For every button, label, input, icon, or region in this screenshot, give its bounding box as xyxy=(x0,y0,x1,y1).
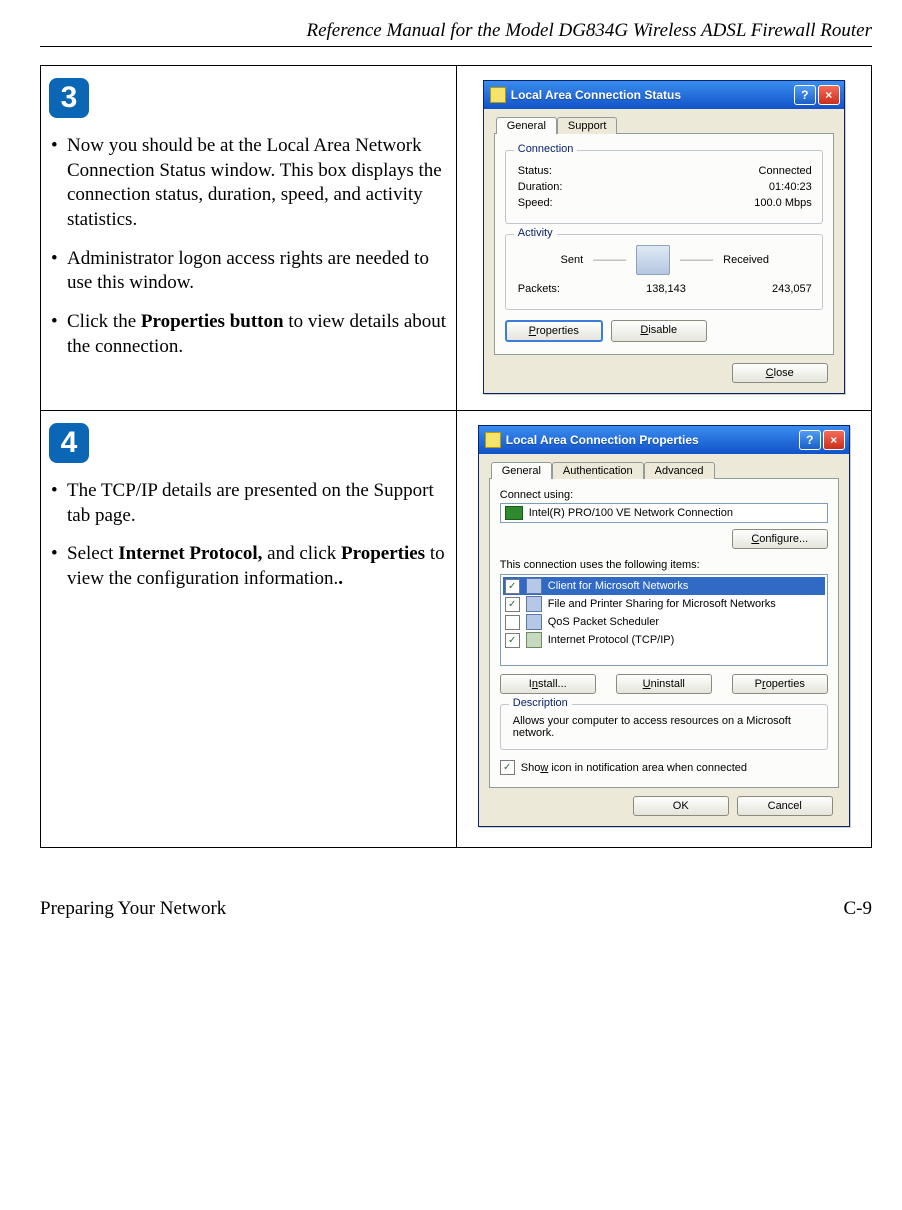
received-label: Received xyxy=(723,254,769,266)
properties-button[interactable]: Properties xyxy=(505,320,603,342)
show-icon-checkbox[interactable]: ✓ xyxy=(500,760,515,775)
step4-bullet-1: The TCP/IP details are presented on the … xyxy=(49,479,448,528)
duration-value: 01:40:23 xyxy=(769,181,812,193)
configure-button[interactable]: Configure... xyxy=(732,529,828,549)
checkbox-icon[interactable] xyxy=(505,615,520,630)
sent-label: Sent xyxy=(561,254,584,266)
close-icon[interactable]: × xyxy=(823,430,845,450)
list-item-label: QoS Packet Scheduler xyxy=(548,616,659,628)
step4-bullet-2: Select Internet Protocol, and click Prop… xyxy=(49,542,448,591)
activity-group-label: Activity xyxy=(514,227,557,239)
description-text: Allows your computer to access resources… xyxy=(513,715,817,739)
tab-general[interactable]: General xyxy=(491,462,552,479)
connect-using-label: Connect using: xyxy=(500,489,828,501)
header-rule xyxy=(40,46,872,47)
close-button[interactable]: Close xyxy=(732,363,828,383)
service-icon xyxy=(526,614,542,630)
list-item-label: Internet Protocol (TCP/IP) xyxy=(548,634,675,646)
tab-authentication[interactable]: Authentication xyxy=(552,462,644,479)
list-item-label: Client for Microsoft Networks xyxy=(548,580,689,592)
components-list[interactable]: ✓ Client for Microsoft Networks ✓ File a… xyxy=(500,574,828,666)
step3-bullet-2: Administrator logon access rights are ne… xyxy=(49,247,448,296)
duration-label: Duration: xyxy=(518,181,563,193)
item-properties-button[interactable]: Properties xyxy=(732,674,828,694)
disable-button[interactable]: Disable xyxy=(611,320,707,342)
status-window-title: Local Area Connection Status xyxy=(511,88,794,102)
footer-left: Preparing Your Network xyxy=(40,898,226,920)
install-button[interactable]: Install... xyxy=(500,674,596,694)
adapter-name: Intel(R) PRO/100 VE Network Connection xyxy=(529,507,733,519)
help-icon[interactable]: ? xyxy=(794,85,816,105)
status-label: Status: xyxy=(518,165,552,177)
list-item[interactable]: ✓ Client for Microsoft Networks xyxy=(503,577,825,595)
connection-group-label: Connection xyxy=(514,143,578,155)
list-item[interactable]: ✓ Internet Protocol (TCP/IP) xyxy=(503,631,825,649)
step3-screenshot-cell: Local Area Connection Status ? × General… xyxy=(456,66,872,411)
activity-group: Activity Sent ——— ——— Received Packets: xyxy=(505,234,823,310)
list-item[interactable]: ✓ File and Printer Sharing for Microsoft… xyxy=(503,595,825,613)
nic-icon xyxy=(505,506,523,520)
close-icon[interactable]: × xyxy=(818,85,840,105)
packets-received-value: 243,057 xyxy=(772,283,812,295)
packets-label: Packets: xyxy=(518,283,560,295)
properties-window: Local Area Connection Properties ? × Gen… xyxy=(478,425,850,827)
step3-text-cell: 3 Now you should be at the Local Area Ne… xyxy=(41,66,457,411)
list-item[interactable]: QoS Packet Scheduler xyxy=(503,613,825,631)
description-group-label: Description xyxy=(509,697,572,709)
network-icon xyxy=(490,87,506,103)
description-group: Description Allows your computer to acce… xyxy=(500,704,828,750)
checkbox-icon[interactable]: ✓ xyxy=(505,579,520,594)
steps-table: 3 Now you should be at the Local Area Ne… xyxy=(40,65,872,848)
step3-badge: 3 xyxy=(49,78,89,118)
activity-icon xyxy=(636,245,670,275)
step4-badge: 4 xyxy=(49,423,89,463)
properties-window-title: Local Area Connection Properties xyxy=(506,433,799,447)
adapter-field: Intel(R) PRO/100 VE Network Connection xyxy=(500,503,828,523)
speed-value: 100.0 Mbps xyxy=(754,197,811,209)
step4-text-cell: 4 The TCP/IP details are presented on th… xyxy=(41,411,457,848)
footer-right: C-9 xyxy=(844,898,873,920)
status-window: Local Area Connection Status ? × General… xyxy=(483,80,845,394)
checkbox-icon[interactable]: ✓ xyxy=(505,597,520,612)
cancel-button[interactable]: Cancel xyxy=(737,796,833,816)
client-icon xyxy=(526,578,542,594)
uninstall-button[interactable]: Uninstall xyxy=(616,674,712,694)
connection-group: Connection Status:Connected Duration:01:… xyxy=(505,150,823,224)
help-icon[interactable]: ? xyxy=(799,430,821,450)
page-header: Reference Manual for the Model DG834G Wi… xyxy=(40,20,872,42)
items-label: This connection uses the following items… xyxy=(500,559,828,571)
service-icon xyxy=(526,596,542,612)
properties-titlebar[interactable]: Local Area Connection Properties ? × xyxy=(479,426,849,454)
ok-button[interactable]: OK xyxy=(633,796,729,816)
step4-screenshot-cell: Local Area Connection Properties ? × Gen… xyxy=(456,411,872,848)
tab-support[interactable]: Support xyxy=(557,117,618,134)
status-titlebar[interactable]: Local Area Connection Status ? × xyxy=(484,81,844,109)
step3-bullet-3: Click the Properties button to view deta… xyxy=(49,310,448,359)
speed-label: Speed: xyxy=(518,197,553,209)
list-item-label: File and Printer Sharing for Microsoft N… xyxy=(548,598,776,610)
packets-sent-value: 138,143 xyxy=(560,283,772,295)
status-value: Connected xyxy=(759,165,812,177)
checkbox-icon[interactable]: ✓ xyxy=(505,633,520,648)
step3-bullet-1: Now you should be at the Local Area Netw… xyxy=(49,134,448,233)
tab-general[interactable]: General xyxy=(496,117,557,134)
network-icon xyxy=(485,432,501,448)
show-icon-label: Show icon in notification area when conn… xyxy=(521,762,747,774)
protocol-icon xyxy=(526,632,542,648)
tab-advanced[interactable]: Advanced xyxy=(644,462,715,479)
